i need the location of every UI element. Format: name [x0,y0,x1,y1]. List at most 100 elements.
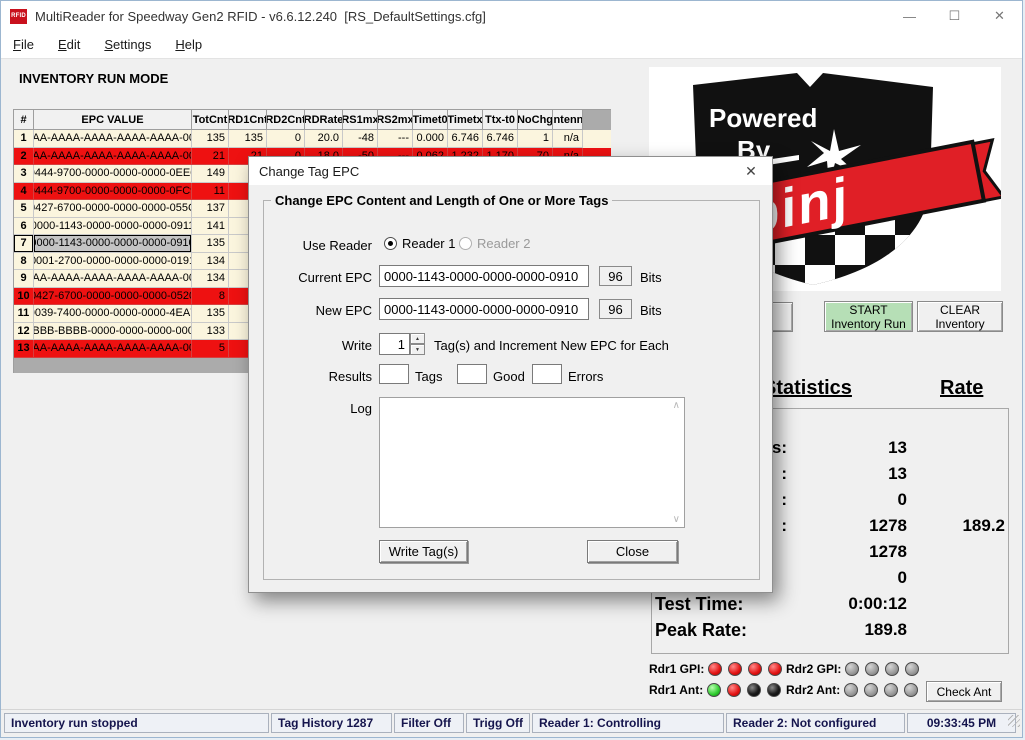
write-suffix-label: Tag(s) and Increment New EPC for Each [434,338,669,353]
spinner-up-icon[interactable]: ▲ [410,333,425,344]
table-cell: 0039-7400-0000-0000-0000-4EA7 [34,305,192,323]
results-errors-box [532,364,562,384]
stat-row: Test Time:0:00:12 [651,591,1007,617]
column-header[interactable]: Antenna [553,110,583,130]
led-black-icon [747,683,761,697]
table-cell: 0427-6700-0000-0000-0000-0520 [34,288,192,306]
write-label: Write [279,338,372,353]
current-bits-label: Bits [640,270,662,285]
dialog-close-button[interactable]: Close [587,540,678,563]
rdr2-ant-indicator-group: Rdr2 Ant: [786,681,924,699]
column-header[interactable]: Timetx [448,110,483,130]
write-tags-button[interactable]: Write Tag(s) [379,540,468,563]
spinner-down-icon[interactable]: ▼ [410,344,425,355]
stat-label: Peak Rate: [651,620,789,641]
rdr1-ant-indicator-group: Rdr1 Ant: [649,681,787,699]
column-header[interactable]: RS2mx [378,110,413,130]
table-cell: 0000-1143-0000-0000-0000-0910 [34,235,192,253]
table-cell: 11 [14,305,34,323]
led-black-icon [767,683,781,697]
stat-rate: 189.2 [907,516,1005,536]
table-cell: 1 [14,130,34,148]
menu-item-settings[interactable]: Settings [92,31,163,59]
table-cell: 8 [192,288,229,306]
table-cell: 137 [192,200,229,218]
table-cell: 0000-1143-0000-0000-0000-0911 [34,218,192,236]
check-ant-button[interactable]: Check Ant [926,681,1002,702]
reader1-radio[interactable]: Reader 1 [384,236,455,251]
log-textarea[interactable]: ∧ ∨ [379,397,685,528]
errors-label: Errors [568,369,603,384]
scroll-up-icon[interactable]: ∧ [673,400,680,411]
table-cell: 8 [14,253,34,271]
dialog-close-icon[interactable]: ✕ [736,157,766,185]
rdr1-ant-label: Rdr1 Ant: [649,683,703,697]
window-title: MultiReader for Speedway Gen2 RFID - v6.… [35,9,486,24]
column-header[interactable]: RD2Cnt [267,110,305,130]
current-bits-box: 96 [599,266,632,286]
table-cell: 141 [192,218,229,236]
column-header[interactable]: TotCnt [192,110,229,130]
table-row[interactable]: 1AAAA-AAAA-AAAA-AAAA-AAAA-0002135135020.… [14,130,611,148]
table-cell: 10 [14,288,34,306]
column-header[interactable]: RS1mx [343,110,378,130]
logo-powered-text: Powered [709,103,817,133]
table-cell: 0001-2700-0000-0000-0000-0191 [34,253,192,271]
column-header[interactable]: RD1Cnt [229,110,267,130]
menu-item-edit[interactable]: Edit [46,31,92,59]
dialog-group-title: Change EPC Content and Length of One or … [271,193,612,208]
table-cell: n/a [553,130,583,148]
led-gray-icon [865,662,879,676]
app-window: RFID MultiReader for Speedway Gen2 RFID … [0,0,1023,738]
new-epc-input[interactable]: 0000-1143-0000-0000-0000-0910 [379,298,589,320]
change-tag-epc-dialog: Change Tag EPC ✕ Change EPC Content and … [248,156,773,593]
new-bits-label: Bits [640,303,662,318]
scroll-down-icon[interactable]: ∨ [673,514,680,525]
table-cell: 134 [192,270,229,288]
table-cell: 0 [267,130,305,148]
new-epc-label: New EPC [279,303,372,318]
table-cell: 21 [192,148,229,166]
table-cell: 13 [14,340,34,358]
minimize-icon[interactable]: — [887,1,932,31]
column-header[interactable]: Timet0 [413,110,448,130]
rdr1-gpi-label: Rdr1 GPI: [649,662,704,676]
start-button-line2: Inventory Run [831,317,906,331]
column-header[interactable]: Ttx-t0 [483,110,518,130]
led-gray-icon [904,683,918,697]
table-cell: 2 [14,148,34,166]
column-header[interactable]: EPC VALUE [34,110,192,130]
table-cell: 5 [14,200,34,218]
led-red-icon [708,662,722,676]
led-red-icon [748,662,762,676]
stat-value: 0 [789,490,907,510]
clear-inventory-button[interactable]: CLEAR Inventory [917,301,1003,332]
column-header[interactable]: RDRate [305,110,343,130]
led-gray-icon [884,683,898,697]
table-cell: 135 [192,235,229,253]
start-inventory-run-button[interactable]: START Inventory Run [824,301,913,332]
stat-value: 0 [789,568,907,588]
stat-row: Peak Rate:189.8 [651,617,1007,643]
tags-label: Tags [415,369,442,384]
column-header[interactable]: # [14,110,34,130]
table-cell: 149 [192,165,229,183]
stat-value: 13 [789,464,907,484]
write-count-input[interactable]: 1 [379,333,410,355]
menu-item-file[interactable]: File [1,31,46,59]
current-epc-input[interactable]: 0000-1143-0000-0000-0000-0910 [379,265,589,287]
rdr2-gpi-indicator-group: Rdr2 GPI: [786,660,925,678]
use-reader-label: Use Reader [279,238,372,253]
resize-grip-icon[interactable] [1008,715,1020,727]
column-header[interactable]: NoChg [518,110,553,130]
good-label: Good [493,369,525,384]
menu-item-help[interactable]: Help [163,31,214,59]
table-cell: 12 [14,323,34,341]
status-panel-filter-status: Filter Off [394,713,464,733]
table-cell: 20.0 [305,130,343,148]
table-cell: AAAA-AAAA-AAAA-AAAA-AAAA-0003 [34,148,192,166]
results-good-box [457,364,487,384]
radio-circle-icon [384,237,397,250]
maximize-icon[interactable]: ☐ [932,1,977,31]
close-icon[interactable]: ✕ [977,1,1022,31]
